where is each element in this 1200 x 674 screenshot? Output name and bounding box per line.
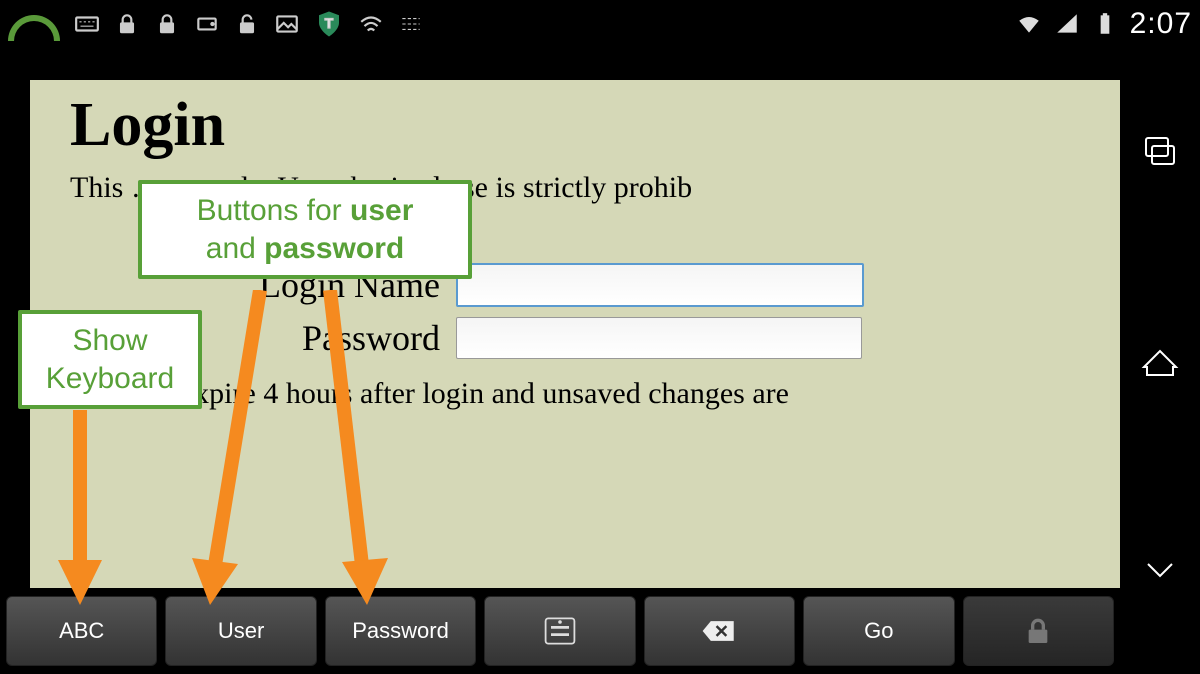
keyboard-status-icon bbox=[74, 11, 100, 37]
annotation-show-keyboard: Show Keyboard bbox=[18, 310, 202, 409]
android-nav-bar bbox=[1120, 48, 1200, 674]
annotation-arrow bbox=[50, 410, 110, 610]
recent-apps-icon bbox=[1140, 132, 1180, 172]
login-name-input[interactable] bbox=[456, 263, 864, 307]
lastpass-fill-toolbar: ABC User Password Go bbox=[0, 588, 1120, 674]
backspace-icon bbox=[701, 615, 737, 647]
lock-button-disabled bbox=[963, 596, 1114, 666]
unlock-icon bbox=[234, 11, 260, 37]
image-icon bbox=[274, 11, 300, 37]
fill-both-button[interactable] bbox=[484, 596, 635, 666]
lock-icon bbox=[1020, 615, 1056, 647]
battery-icon bbox=[1092, 11, 1118, 37]
go-button[interactable]: Go bbox=[803, 596, 954, 666]
storage-icon bbox=[194, 11, 220, 37]
misc-status-icon bbox=[398, 11, 424, 37]
back-button[interactable] bbox=[1120, 465, 1200, 674]
lock-icon bbox=[114, 11, 140, 37]
phone-signal-icon bbox=[8, 15, 60, 41]
audible-icon bbox=[358, 11, 384, 37]
annotation-user-password: Buttons for user and password bbox=[138, 180, 472, 279]
wifi-icon bbox=[1016, 11, 1042, 37]
home-icon bbox=[1140, 341, 1180, 381]
page-title: Login bbox=[70, 90, 1080, 161]
svg-text:T: T bbox=[325, 16, 334, 31]
backspace-button[interactable] bbox=[644, 596, 795, 666]
recent-apps-button[interactable] bbox=[1120, 48, 1200, 257]
home-button[interactable] bbox=[1120, 257, 1200, 466]
password-input[interactable] bbox=[456, 317, 862, 359]
cell-signal-icon bbox=[1054, 11, 1080, 37]
annotation-arrow bbox=[310, 290, 410, 610]
android-status-bar: T 2:07 bbox=[0, 0, 1200, 48]
form-fill-icon bbox=[542, 615, 578, 647]
shield-icon: T bbox=[314, 9, 344, 39]
clock-time: 2:07 bbox=[1130, 7, 1192, 41]
lock-icon-2 bbox=[154, 11, 180, 37]
chevron-down-icon bbox=[1140, 550, 1180, 590]
